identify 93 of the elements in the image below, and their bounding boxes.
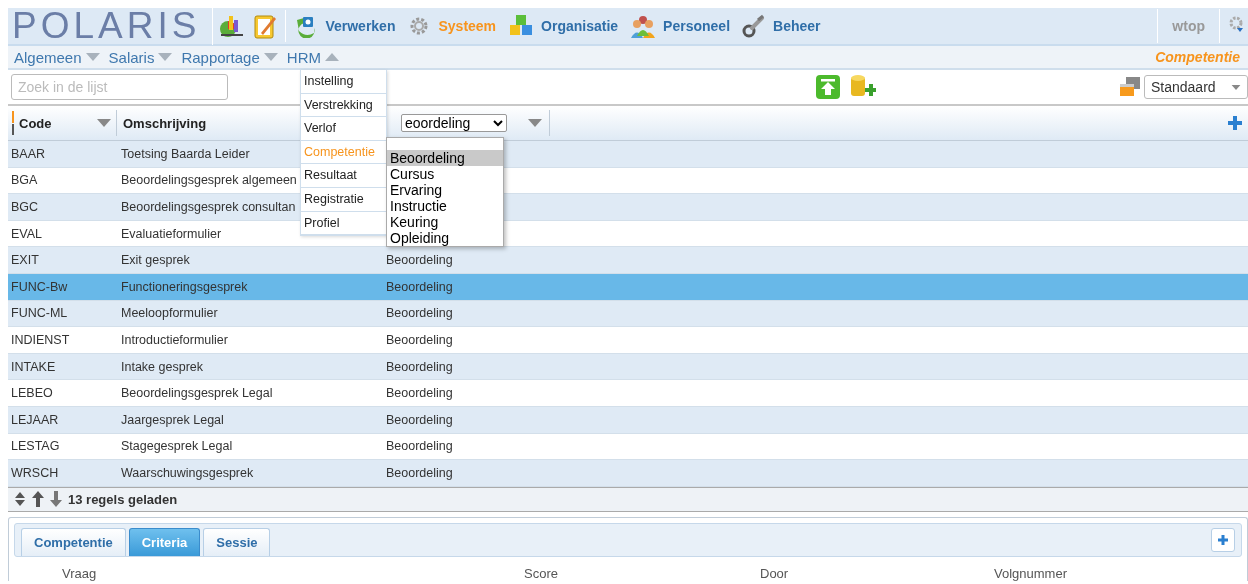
table-cell-text: INDIENST (10, 332, 71, 347)
menu-item[interactable]: Rapportage (181, 48, 283, 66)
menu-item[interactable]: Algemeen (14, 48, 105, 66)
dropdown-option[interactable]: Beoordeling (387, 150, 503, 166)
table-cell: Beoordeling (386, 359, 453, 374)
search-field[interactable]: Zoek in de lijst (11, 74, 228, 100)
menu-item[interactable]: Salaris (108, 48, 178, 66)
table-cell: Beoordeling (386, 465, 453, 480)
table-cell: Beoordeling (386, 306, 453, 321)
table-cell-text: Intake gesprek (120, 359, 204, 374)
tab[interactable]: Competentie (21, 527, 126, 556)
arrow-up-icon[interactable] (32, 491, 44, 508)
cubes-icon (508, 14, 535, 38)
tab[interactable]: Sessie (203, 527, 271, 556)
table-cell: Beoordeling (386, 412, 453, 427)
table-cell-text: Jaargesprek Legal (120, 412, 225, 427)
chart-icon[interactable] (217, 13, 246, 39)
table-row[interactable]: FUNC-Bw Functioneringsgesprek Beoordeling (8, 273, 1248, 301)
caret-down-icon (157, 52, 174, 62)
table-cell-text: Waarschuwingsgesprek (120, 465, 255, 480)
table-cell-text: Beoordelingsgesprek Legal (120, 386, 274, 401)
table-cell: Beoordeling (386, 439, 453, 454)
nav-item[interactable]: Verwerken (290, 14, 396, 38)
table-row[interactable]: FUNC-ML Meeloopformulier Beoordeling (8, 300, 1248, 328)
table-cell-text: Functioneringsgesprek (120, 279, 249, 294)
menu-item[interactable]: Instelling (301, 70, 386, 94)
table-cell-text: BGC (10, 200, 40, 214)
caret-up-icon (324, 52, 340, 62)
menu-item[interactable]: Verlof (301, 117, 386, 141)
dropdown-option[interactable]: Cursus (387, 166, 503, 182)
menu-item[interactable]: Verstrekking (301, 93, 386, 118)
table-cell-text: EVAL (10, 226, 44, 241)
table-cell-text: WRSCH (10, 465, 60, 480)
table-row[interactable]: INTAKE Intake gesprek Beoordeling (8, 353, 1248, 381)
dropdown-option[interactable]: Opleiding (387, 230, 503, 246)
add-icon (1218, 534, 1228, 545)
view-select[interactable]: Standaard (1144, 75, 1248, 99)
table-row[interactable]: LEJAAR Jaargesprek Legal Beoordeling (8, 406, 1248, 434)
table-cell-text: LEBEO (10, 386, 54, 401)
table-cell-text: FUNC-ML (10, 306, 69, 321)
table-cell-text: BAAR (10, 146, 47, 161)
table-cell-text: Beoordelingsgesprek consultan (120, 200, 297, 214)
column-header[interactable]: Score (524, 565, 760, 581)
column-header[interactable]: Code (19, 115, 52, 131)
table-cell-text: Meeloopformulier (120, 306, 219, 321)
nav-item[interactable]: Beheer (738, 14, 821, 38)
caret-down-icon (1231, 83, 1241, 91)
type-select[interactable]: eoordeling (401, 114, 507, 132)
upload-icon[interactable] (816, 75, 840, 99)
breadcrumb: Competentie (1155, 49, 1240, 65)
table-cell: Beoordeling (386, 386, 453, 401)
table-cell: Beoordeling (386, 253, 453, 268)
app-logo: POLARIS (8, 7, 214, 45)
table-row[interactable]: LEBEO Beoordelingsgesprek Legal Beoordeling (8, 380, 1248, 407)
table-cell-text: Evaluatieformulier (120, 226, 223, 241)
status-text: 13 regels geladen (68, 491, 178, 507)
nav-item[interactable]: Organisatie (504, 14, 619, 38)
column-header[interactable]: Door (760, 565, 994, 581)
table-cell-text: LEJAAR (10, 412, 60, 427)
column-header[interactable]: Omschrijving (123, 115, 207, 131)
menu-item[interactable]: HRM (286, 48, 344, 66)
notepad-icon[interactable] (253, 13, 278, 39)
drag-handle-icon[interactable] (11, 111, 15, 135)
chevron-down-icon (493, 119, 503, 127)
table-cell: Beoordeling (386, 332, 453, 347)
people-icon (630, 14, 657, 38)
table-row[interactable]: EXIT Exit gesprek Beoordeling (8, 247, 1248, 274)
table-row[interactable]: INDIENST Introductieformulier Beoordeling (8, 327, 1248, 354)
table-cell-text: Toetsing Baarda Leider (120, 146, 251, 161)
table-cell: Beoordeling (386, 279, 453, 294)
table-cell-text: EXIT (10, 253, 40, 268)
window-icon[interactable] (1119, 76, 1141, 98)
nav-item[interactable]: Personeel (626, 14, 731, 38)
table-cell-text: FUNC-Bw (10, 279, 69, 294)
sort-icon[interactable] (14, 492, 26, 507)
arrow-down-icon[interactable] (50, 491, 62, 508)
add-icon[interactable] (1228, 116, 1242, 130)
caret-down-icon[interactable] (96, 118, 112, 128)
column-header[interactable]: Volgnummer (994, 565, 1194, 581)
table-cell-text: Beoordelingsgesprek algemeen (120, 173, 298, 188)
table-cell-text: BGA (10, 173, 39, 188)
caret-down-icon (84, 52, 101, 62)
table-cell-text: LESTAG (10, 439, 61, 454)
table-cell-text: Stagegesprek Legal (120, 439, 234, 454)
table-row[interactable]: WRSCH Waarschuwingsgesprek Beoordeling (8, 460, 1248, 487)
column-header[interactable]: Vraag (62, 565, 524, 581)
caret-down-icon[interactable] (527, 118, 543, 128)
table-cell-text: Exit gesprek (120, 253, 191, 268)
table-cell-text: INTAKE (10, 359, 57, 374)
caret-down-icon (262, 52, 279, 62)
add-button[interactable] (1211, 527, 1235, 552)
dropdown-option[interactable]: Instructie (387, 198, 503, 214)
table-cell-text: Introductieformulier (120, 332, 229, 347)
